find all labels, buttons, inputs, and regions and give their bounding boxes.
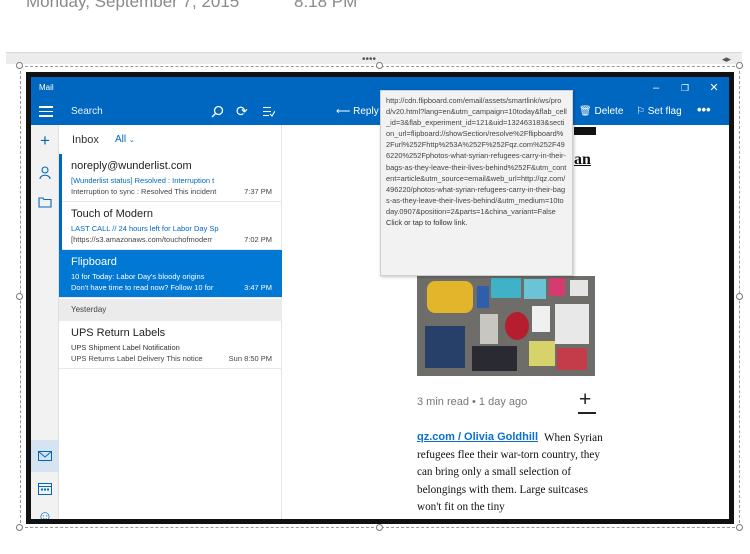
message-subject: [Wunderlist status] Resolved : Interrupt…: [71, 176, 215, 185]
redacted-bar: [574, 127, 596, 135]
link-tooltip: http://cdn.flipboard.com/email/assets/sm…: [380, 90, 573, 276]
filter-dropdown[interactable]: All ⌄: [115, 134, 135, 145]
message-preview: [https://s3.amazonaws.com/touchofmoderr: [71, 235, 213, 244]
resize-handle-top-left[interactable]: [16, 62, 23, 69]
more-options-button[interactable]: •••: [697, 102, 711, 117]
resize-handle-top[interactable]: [376, 62, 383, 69]
set-flag-button[interactable]: ⚐ Set flag: [636, 106, 682, 117]
message-sender: Flipboard: [71, 256, 117, 268]
close-icon[interactable]: ✕: [699, 80, 729, 96]
folder-title: Inbox: [72, 134, 99, 146]
resize-handle-top-right[interactable]: [736, 62, 743, 69]
delete-icon: 🗑︎: [579, 106, 592, 117]
tooltip-hint: Click or tap to follow link.: [386, 218, 468, 228]
flag-icon: ⚐: [636, 106, 645, 117]
reply-button[interactable]: ⟵ Reply: [336, 106, 379, 117]
tooltip-url: http://cdn.flipboard.com/email/assets/sm…: [386, 96, 567, 216]
document-date-header: Monday, September 7, 2015 8:18 PM: [26, 0, 357, 12]
refugee-belongings-image: [417, 276, 595, 376]
left-rail: + ☺ ⚙: [31, 125, 59, 519]
article-read-time: 3 min read • 1 day ago: [417, 396, 528, 408]
compose-icon[interactable]: +: [31, 131, 59, 151]
resize-handle-bottom-left[interactable]: [16, 524, 23, 531]
resize-handle-bottom-right[interactable]: [736, 524, 743, 531]
reply-icon: ⟵: [336, 106, 351, 117]
message-time: 3:47 PM: [244, 283, 272, 292]
message-subject: 10 for Today: Labor Day's bloody origins: [71, 272, 205, 281]
resize-handle-right[interactable]: [736, 293, 743, 300]
hamburger-menu-icon[interactable]: [39, 106, 53, 117]
message-sender: UPS Return Labels: [71, 327, 166, 339]
filter-icon[interactable]: [262, 106, 275, 117]
account-icon[interactable]: [39, 166, 51, 180]
sync-icon[interactable]: ⟳: [236, 103, 248, 120]
resize-arrows-icon[interactable]: ◂▸: [722, 54, 731, 65]
search-icon[interactable]: [211, 105, 224, 118]
message-sender: noreply@wunderlist.com: [71, 160, 192, 172]
search-input[interactable]: Search: [71, 106, 103, 117]
unread-indicator: [59, 154, 62, 202]
reply-label: Reply: [353, 106, 379, 117]
document-time: 8:18 PM: [294, 0, 358, 11]
set-flag-label: Set flag: [647, 106, 682, 117]
list-item[interactable]: Touch of Modern LAST CALL // 24 hours le…: [59, 202, 282, 250]
list-item[interactable]: UPS Return Labels UPS Shipment Label Not…: [59, 321, 282, 369]
resize-handle-bottom[interactable]: [376, 524, 383, 531]
message-time: 7:37 PM: [244, 187, 272, 196]
article-photo[interactable]: [417, 276, 595, 376]
calendar-icon[interactable]: [38, 482, 52, 495]
add-icon-underline: [578, 412, 596, 414]
message-preview: Don't have time to read now? Follow 10 f…: [71, 283, 214, 292]
message-time: 7:02 PM: [244, 235, 272, 244]
drag-handle-icon[interactable]: ••••: [362, 55, 376, 65]
message-list: Inbox All ⌄ noreply@wunderlist.com [Wund…: [59, 125, 282, 519]
message-preview: Interruption to sync : Resolved This inc…: [71, 187, 217, 196]
app-title: Mail: [39, 83, 54, 92]
document-date: Monday, September 7, 2015: [26, 0, 240, 11]
article-headline-fragment[interactable]: an: [574, 151, 591, 169]
message-time: Sun 8:50 PM: [228, 354, 272, 363]
message-subject: UPS Shipment Label Notification: [71, 343, 180, 352]
list-item-selected[interactable]: Flipboard 10 for Today: Labor Day's bloo…: [59, 250, 282, 298]
chevron-down-icon: ⌄: [128, 137, 135, 144]
unread-indicator: [59, 202, 62, 250]
date-group-label: Yesterday: [71, 305, 107, 314]
delete-button[interactable]: 🗑︎ Delete: [579, 106, 623, 117]
feedback-icon[interactable]: ☺: [31, 508, 59, 519]
maximize-icon[interactable]: ❐: [670, 80, 700, 96]
date-group-header: Yesterday: [59, 299, 282, 321]
message-subject: LAST CALL // 24 hours left for Labor Day…: [71, 224, 219, 233]
add-icon[interactable]: +: [579, 389, 591, 410]
list-item[interactable]: noreply@wunderlist.com [Wunderlist statu…: [59, 154, 282, 202]
message-sender: Touch of Modern: [71, 208, 153, 220]
message-preview: UPS Returns Label Delivery This notice: [71, 354, 203, 363]
folder-icon[interactable]: [38, 197, 52, 208]
resize-handle-left[interactable]: [16, 293, 23, 300]
article-byline-link[interactable]: qz.com / Olivia Goldhill: [417, 431, 538, 443]
minimize-icon[interactable]: –: [641, 80, 671, 96]
delete-label: Delete: [594, 106, 624, 117]
filter-value: All: [115, 134, 127, 145]
mail-icon[interactable]: [38, 451, 52, 461]
